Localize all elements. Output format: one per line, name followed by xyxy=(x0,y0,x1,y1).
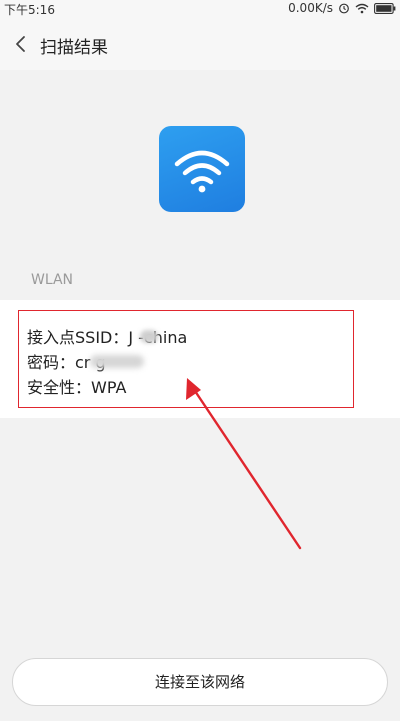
security-line: 安全性：WPA xyxy=(27,378,127,397)
ssid-redaction xyxy=(140,330,158,343)
page-title: 扫描结果 xyxy=(40,38,108,58)
ssid-line: 接入点SSID：J -china xyxy=(27,328,188,347)
wifi-icon xyxy=(174,150,230,193)
battery-icon xyxy=(374,2,396,14)
wifi-signal-icon xyxy=(355,3,369,13)
status-time: 下午5:16 xyxy=(4,3,55,17)
alarm-icon xyxy=(339,3,349,14)
connect-button[interactable]: 连接至该网络 xyxy=(12,658,388,706)
password-redaction xyxy=(90,355,144,368)
back-button[interactable] xyxy=(6,29,36,59)
network-speed: 0.00K/s xyxy=(288,1,333,15)
chevron-left-icon xyxy=(16,36,25,52)
status-bar: 下午5:16 0.00K/s xyxy=(0,0,400,18)
app-bar: 扫描结果 xyxy=(0,18,400,70)
section-label: WLAN xyxy=(31,272,74,288)
status-indicators: 0.00K/s xyxy=(288,1,396,15)
wifi-tile xyxy=(159,126,245,212)
